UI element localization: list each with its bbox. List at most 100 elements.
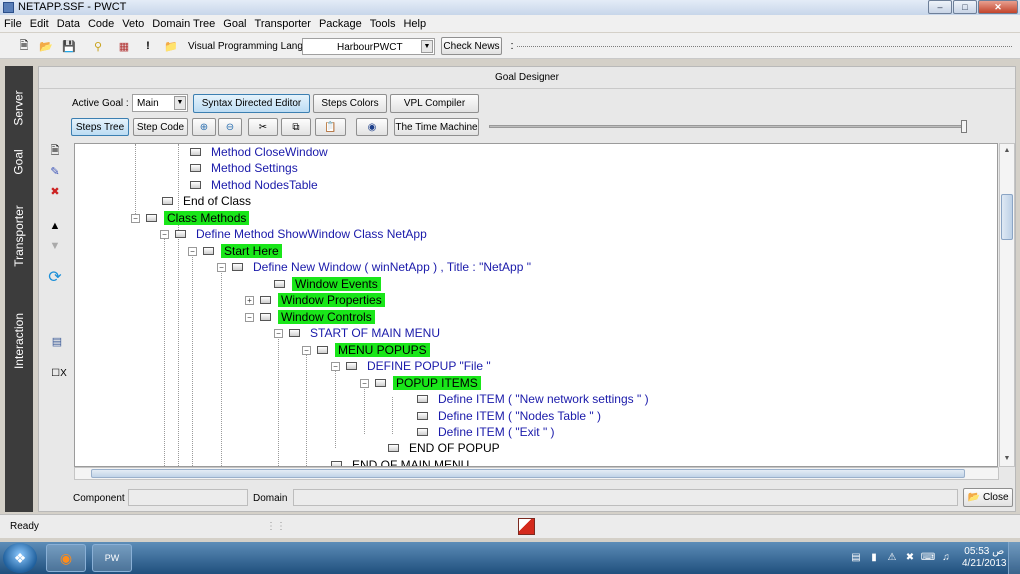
edit-step-icon[interactable]: ✎ — [48, 164, 62, 178]
new-step-icon[interactable]: 🗎 — [48, 144, 62, 158]
menu-veto[interactable]: Veto — [122, 18, 144, 30]
menu-package[interactable]: Package — [319, 18, 362, 30]
tree-node[interactable]: − Class Methods — [131, 210, 250, 226]
tree-node[interactable]: Method NodesTable — [190, 177, 321, 193]
show-desktop-button[interactable] — [1008, 542, 1020, 574]
tree-node[interactable]: − Window Controls — [245, 309, 375, 325]
tree-node[interactable]: + Window Properties — [245, 292, 385, 308]
tab-server[interactable]: Server — [5, 78, 33, 138]
close-window-button[interactable]: ✕ — [978, 0, 1018, 14]
start-button[interactable]: ❖ — [3, 543, 37, 573]
tree-node[interactable]: END OF POPUP — [388, 440, 503, 456]
collapse-icon[interactable]: − — [160, 229, 169, 239]
tab-interaction[interactable]: Interaction — [5, 288, 33, 394]
scroll-down-icon[interactable]: ▼ — [1000, 452, 1014, 466]
step-code-button[interactable]: Step Code — [133, 118, 188, 136]
minimize-button[interactable]: – — [928, 0, 952, 14]
refresh-icon[interactable]: ⟳ — [48, 269, 62, 286]
maximize-button[interactable]: □ — [953, 0, 977, 14]
menu-code[interactable]: Code — [88, 18, 114, 30]
expand-icon[interactable]: + — [245, 295, 254, 305]
scroll-thumb[interactable] — [91, 469, 965, 478]
key-icon[interactable]: ⚲ — [90, 38, 106, 54]
collapse-icon[interactable]: − — [360, 378, 369, 388]
pwct-app-icon[interactable]: PW — [92, 544, 132, 572]
steps-tree[interactable]: Method CloseWindow Method Settings Metho… — [74, 143, 998, 467]
folder-icon[interactable]: 📁 — [163, 38, 179, 54]
menu-edit[interactable]: Edit — [30, 18, 49, 30]
component-field[interactable] — [128, 489, 248, 506]
form-icon[interactable]: ▦ — [116, 38, 132, 54]
tree-node[interactable]: END OF MAIN MENU — [331, 457, 472, 466]
antivirus-icon[interactable]: ✖ — [904, 551, 916, 563]
zoom-out-icon[interactable]: ⊖ — [218, 118, 242, 136]
filter-checkbox[interactable]: ☐ X — [48, 366, 70, 380]
copy-icon[interactable]: ⧉ — [281, 118, 311, 136]
vpl-select[interactable]: HarbourPWCT ▼ — [302, 38, 435, 55]
tree-vertical-scrollbar[interactable]: ▲ ▼ — [999, 143, 1015, 467]
tree-node[interactable]: Define ITEM ( "New network settings " ) — [417, 391, 652, 407]
active-goal-select[interactable]: Main ▼ — [132, 94, 188, 112]
tab-transporter[interactable]: Transporter — [5, 186, 33, 286]
open-folder-icon[interactable]: 📂 — [38, 38, 54, 54]
time-machine-slider-thumb[interactable] — [961, 120, 967, 133]
tree-horizontal-scrollbar[interactable] — [74, 467, 999, 480]
collapse-icon[interactable]: − — [245, 312, 254, 322]
tree-node[interactable]: Define ITEM ( "Exit " ) — [417, 424, 558, 440]
keyboard-icon[interactable]: ⌨ — [921, 551, 935, 563]
delete-step-icon[interactable]: ✖ — [48, 184, 62, 198]
tree-node[interactable]: − START OF MAIN MENU — [274, 325, 443, 341]
window-icon[interactable]: ▤ — [48, 334, 66, 348]
save-icon[interactable]: 💾 — [61, 38, 77, 54]
zoom-in-icon[interactable]: ⊕ — [192, 118, 216, 136]
tree-node[interactable]: − Start Here — [188, 243, 282, 259]
tree-node[interactable]: Define ITEM ( "Nodes Table " ) — [417, 408, 604, 424]
tree-node[interactable]: End of Class — [162, 193, 254, 209]
move-up-icon[interactable]: ▲ — [48, 219, 62, 233]
tab-goal[interactable]: Goal — [5, 142, 33, 182]
network-icon[interactable]: ▤ — [850, 551, 862, 563]
menu-file[interactable]: File — [4, 18, 22, 30]
tree-node[interactable]: Window Events — [274, 276, 381, 292]
menu-data[interactable]: Data — [57, 18, 80, 30]
menu-transporter[interactable]: Transporter — [255, 18, 311, 30]
clock[interactable]: 05:53 ص 4/21/2013 — [962, 546, 1007, 570]
collapse-icon[interactable]: − — [131, 213, 140, 223]
volume-icon[interactable]: ♫ — [940, 551, 952, 563]
new-file-icon[interactable]: 🗎 — [16, 38, 32, 54]
close-button[interactable]: 📂 Close — [963, 488, 1013, 507]
syntax-editor-button[interactable]: Syntax Directed Editor — [193, 94, 310, 113]
scroll-thumb[interactable] — [1001, 194, 1013, 240]
time-machine-button[interactable]: The Time Machine — [394, 118, 479, 136]
steps-tree-button[interactable]: Steps Tree — [71, 118, 129, 136]
cut-icon[interactable]: ✂ — [248, 118, 278, 136]
menu-domain-tree[interactable]: Domain Tree — [152, 18, 215, 30]
collapse-icon[interactable]: − — [274, 328, 283, 338]
check-news-button[interactable]: Check News — [441, 37, 502, 55]
menu-help[interactable]: Help — [403, 18, 426, 30]
collapse-icon[interactable]: − — [188, 246, 197, 256]
tree-node[interactable]: − MENU POPUPS — [302, 342, 430, 358]
steps-colors-button[interactable]: Steps Colors — [313, 94, 387, 113]
binoculars-icon[interactable]: ◉ — [356, 118, 388, 136]
collapse-icon[interactable]: − — [302, 345, 311, 355]
paste-icon[interactable]: 📋 — [315, 118, 346, 136]
tree-node[interactable]: − Define New Window ( winNetApp ) , Title… — [217, 259, 534, 275]
collapse-icon[interactable]: − — [331, 361, 340, 371]
time-machine-slider[interactable] — [489, 125, 967, 128]
tree-node[interactable]: Method Settings — [190, 160, 301, 176]
domain-field[interactable] — [293, 489, 958, 506]
collapse-icon[interactable]: − — [217, 262, 226, 272]
scroll-up-icon[interactable]: ▲ — [1000, 144, 1014, 158]
tree-node[interactable]: − POPUP ITEMS — [360, 375, 481, 391]
tree-node[interactable]: Method CloseWindow — [190, 144, 331, 160]
battery-icon[interactable]: ▮ — [868, 551, 880, 563]
move-down-icon[interactable]: ▼ — [48, 239, 62, 253]
vpl-compiler-button[interactable]: VPL Compiler — [390, 94, 479, 113]
menu-tools[interactable]: Tools — [370, 18, 396, 30]
tree-node[interactable]: − Define Method ShowWindow Class NetApp — [160, 226, 430, 242]
exclamation-icon[interactable]: ! — [140, 38, 156, 54]
menu-goal[interactable]: Goal — [223, 18, 246, 30]
firefox-icon[interactable]: ◉ — [46, 544, 86, 572]
security-icon[interactable]: ⚠ — [886, 551, 898, 563]
